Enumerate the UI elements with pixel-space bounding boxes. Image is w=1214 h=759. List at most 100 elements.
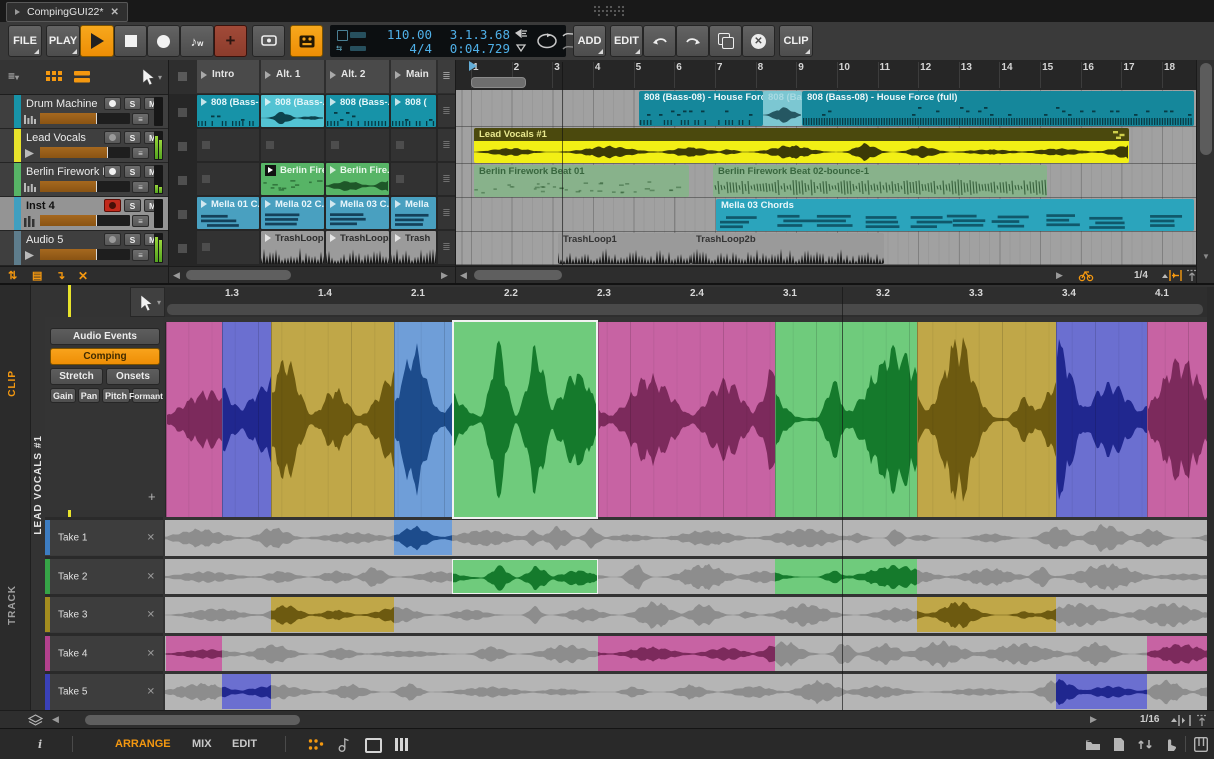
- arranger-clip[interactable]: 808 (Bas: [763, 91, 802, 126]
- tool-dropdown-icon[interactable]: ▾: [158, 73, 162, 82]
- stop-button[interactable]: [114, 25, 147, 57]
- take-row-3[interactable]: Take 3✕: [45, 594, 163, 632]
- comp-segment-take-1[interactable]: [394, 322, 452, 517]
- scene-play-icon[interactable]: [330, 71, 336, 79]
- launcher-clip[interactable]: Mella: [391, 197, 436, 229]
- take-lane-1[interactable]: [165, 517, 1207, 555]
- track-stop-button[interactable]: [178, 176, 187, 185]
- take-highlight-take-4[interactable]: [598, 636, 775, 671]
- arranger-clip[interactable]: Berlin Firework Beat 02-bounce-1: [713, 165, 1047, 197]
- solo-button[interactable]: S: [124, 131, 141, 144]
- launcher-clip[interactable]: Mella 01 C...: [197, 197, 259, 229]
- track-row-lead-vocals[interactable]: Lead VocalsSM≡: [0, 129, 168, 163]
- comping-button[interactable]: Comping: [50, 348, 160, 365]
- arranger-clip[interactable]: TrashLoop2b: [691, 233, 884, 264]
- take-lane-3[interactable]: [165, 594, 1207, 632]
- solo-button[interactable]: S: [124, 97, 141, 110]
- clip-slot[interactable]: [391, 163, 436, 195]
- arr-snap-icon[interactable]: [1168, 269, 1183, 282]
- arranger-ruler[interactable]: 123456789101112131415161718: [456, 60, 1197, 90]
- launcher-clip[interactable]: 808 (: [391, 95, 436, 127]
- pointer-tool-icon[interactable]: [142, 68, 156, 86]
- take-lane-2[interactable]: [165, 556, 1207, 594]
- comp-segment-take-5[interactable]: [1056, 322, 1147, 517]
- scene-row-icon[interactable]: ≣: [438, 163, 455, 195]
- record-arm-button[interactable]: [104, 233, 121, 246]
- take-highlight-take-1[interactable]: [394, 520, 452, 555]
- clip-slot[interactable]: [197, 163, 259, 195]
- record-arm-button[interactable]: [104, 131, 121, 144]
- inspector-panel-icon[interactable]: [1113, 737, 1125, 752]
- clip-play-icon[interactable]: [395, 200, 401, 208]
- arranger-clip[interactable]: Mella 03 Chords: [716, 199, 1194, 231]
- comp-segment-take-3[interactable]: [271, 322, 394, 517]
- clip-play-icon[interactable]: [265, 234, 271, 242]
- scene-header-2[interactable]: Alt. 1: [261, 60, 324, 93]
- clip-play-icon[interactable]: [265, 200, 271, 208]
- follow-playhead-icon[interactable]: [1078, 269, 1094, 282]
- loop-brace-indicator[interactable]: [337, 30, 348, 41]
- arr-scrollbar-thumb[interactable]: [474, 270, 562, 280]
- volume-slider[interactable]: [40, 249, 130, 260]
- take-delete-icon[interactable]: ✕: [147, 648, 155, 659]
- delete-marker-icon[interactable]: ✕: [78, 269, 88, 283]
- solo-button[interactable]: S: [124, 199, 141, 212]
- launcher-clip[interactable]: 808 (Bass-...: [197, 95, 259, 127]
- clip-play-icon[interactable]: [330, 200, 336, 208]
- launcher-clip[interactable]: Mella 03 C...: [326, 197, 389, 229]
- time-value[interactable]: 0:04.729: [438, 41, 510, 56]
- volume-slider[interactable]: [40, 113, 130, 124]
- comp-segment-take-4[interactable]: [166, 322, 222, 517]
- editor-playhead[interactable]: [842, 287, 843, 710]
- record-arm-button[interactable]: [104, 165, 121, 178]
- editor-zoombar[interactable]: [167, 304, 1203, 315]
- arranger-clip[interactable]: Lead Vocals #1: [474, 128, 1129, 163]
- arranger-clip[interactable]: Berlin Firework Beat 01: [474, 165, 689, 197]
- track-stop-button[interactable]: [178, 142, 187, 151]
- view-arrange[interactable]: ARRANGE: [115, 738, 171, 750]
- record-arm-button[interactable]: [104, 97, 121, 110]
- track-row-inst-4[interactable]: Inst 4SM≡: [0, 197, 168, 231]
- ed-snap-value[interactable]: 1/16: [1140, 714, 1159, 725]
- scene-list-header-icon[interactable]: ≣: [438, 60, 455, 93]
- clip-menu-button[interactable]: CLIP: [779, 25, 813, 57]
- add-lane-icon[interactable]: +: [148, 489, 156, 504]
- arranger-vscroll-thumb[interactable]: [1200, 63, 1212, 155]
- vscroll-down-icon[interactable]: ▼: [1202, 252, 1210, 261]
- scene-header-1[interactable]: Intro: [197, 60, 259, 93]
- clip-play-icon[interactable]: [265, 98, 271, 106]
- take-delete-icon[interactable]: ✕: [147, 532, 155, 543]
- comp-segment-take-2[interactable]: [452, 320, 598, 519]
- clip-play-icon[interactable]: [330, 98, 336, 106]
- list-view-icon[interactable]: [74, 71, 90, 83]
- scene-header-3[interactable]: Alt. 2: [326, 60, 389, 93]
- take-lane-5[interactable]: [165, 671, 1207, 710]
- take-highlight-take-3[interactable]: [917, 597, 1056, 632]
- arr-scroll-left-icon[interactable]: ◀: [460, 270, 467, 281]
- arranger-playhead[interactable]: [562, 62, 563, 265]
- launcher-clip[interactable]: 808 (Bass-...: [261, 95, 324, 127]
- ed-grid-settings-icon[interactable]: [1196, 714, 1208, 727]
- follow-icon[interactable]: ↴: [56, 269, 65, 282]
- take-row-2[interactable]: Take 2✕: [45, 556, 163, 594]
- scene-row-icon[interactable]: ≣: [438, 95, 455, 127]
- arranger-clip[interactable]: 808 (Bass-08) - House Force (full): [802, 91, 1194, 126]
- groove-button[interactable]: ♪w: [180, 25, 214, 57]
- track-stop-button[interactable]: [178, 108, 187, 117]
- audio-events-button[interactable]: Audio Events: [50, 328, 160, 345]
- clip-play-icon[interactable]: [201, 200, 207, 208]
- scene-play-icon[interactable]: [201, 71, 207, 79]
- take-highlight-take-2[interactable]: [452, 559, 598, 594]
- launcher-clip[interactable]: Berlin Fire...: [326, 163, 389, 195]
- overdub-button[interactable]: +: [214, 25, 247, 57]
- formant-button[interactable]: Formant: [132, 388, 160, 403]
- ed-scroll-right-icon[interactable]: ▶: [1090, 714, 1097, 725]
- info-button[interactable]: i: [38, 738, 42, 751]
- arr-scroll-right-icon[interactable]: ▶: [1056, 270, 1063, 281]
- editor-ruler[interactable]: 1.31.42.12.22.32.43.13.23.33.44.1: [165, 287, 1207, 317]
- launcher-clip[interactable]: 808 (Bass-...: [326, 95, 389, 127]
- edit-menu-button[interactable]: EDIT: [610, 25, 643, 57]
- layers-icon[interactable]: [28, 714, 43, 726]
- ed-snap-icon[interactable]: [1177, 714, 1192, 727]
- take-delete-icon[interactable]: ✕: [147, 571, 155, 582]
